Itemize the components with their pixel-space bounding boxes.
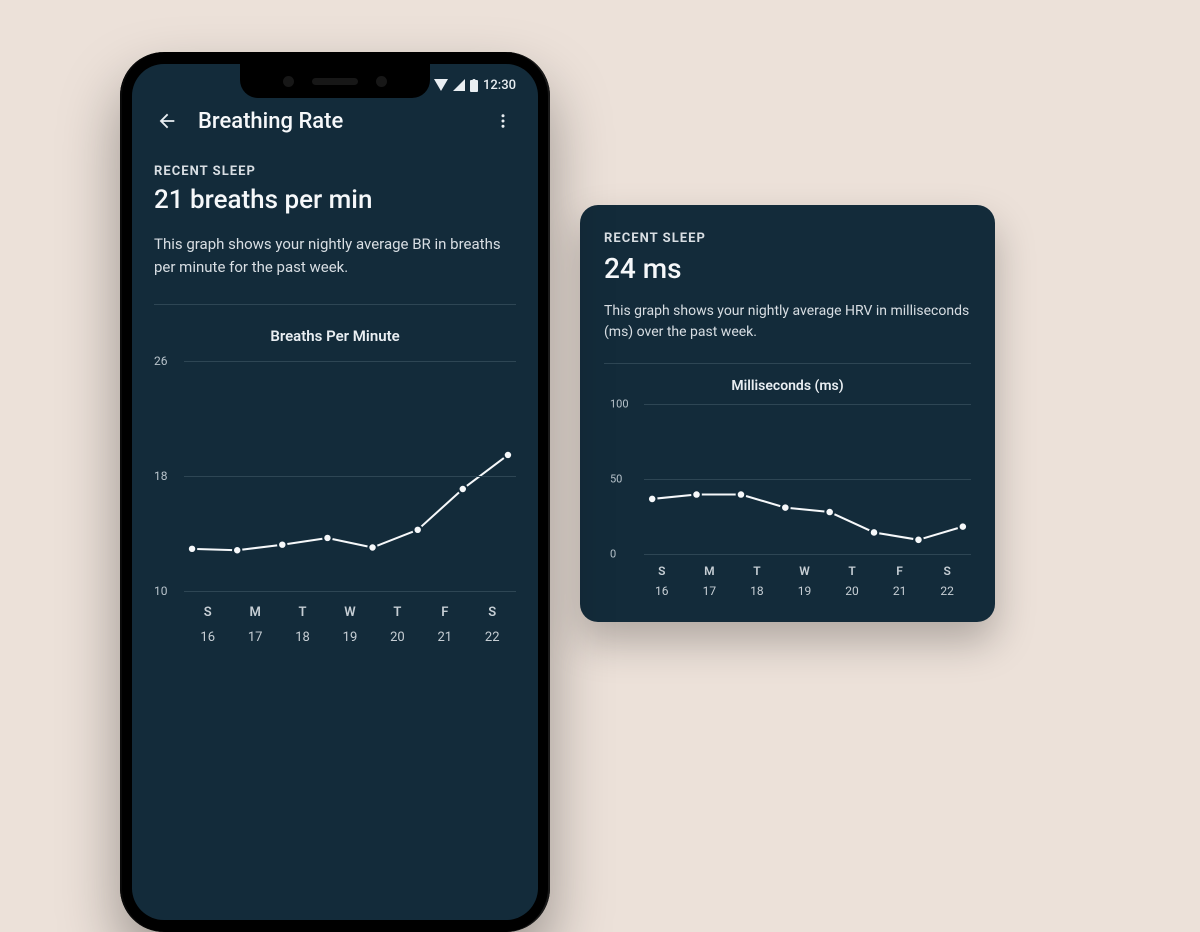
br-chart: 26 18 10 — [154, 361, 516, 591]
hrv-chart-title: Milliseconds (ms) — [604, 378, 971, 394]
signal-icon — [453, 79, 465, 91]
br-x-axis: S16 M17 T18 W19 T20 F21 S22 — [184, 605, 516, 645]
x-tick: T18 — [733, 564, 781, 598]
br-plot-area — [184, 361, 516, 591]
hrv-chart: 100 50 0 — [610, 404, 971, 554]
more-menu-button[interactable] — [490, 108, 516, 134]
x-tick: W19 — [781, 564, 829, 598]
y-tick: 10 — [154, 584, 168, 598]
hrv-section-desc: This graph shows your nightly average HR… — [604, 301, 971, 343]
br-chart-title: Breaths Per Minute — [154, 327, 516, 345]
phone-notch — [240, 64, 430, 98]
y-tick: 100 — [610, 398, 629, 411]
x-tick: T18 — [279, 605, 326, 645]
x-tick: T20 — [828, 564, 876, 598]
back-button[interactable] — [154, 108, 180, 134]
x-tick: S22 — [923, 564, 971, 598]
divider — [154, 304, 516, 305]
wifi-icon — [434, 79, 448, 91]
app-header: Breathing Rate — [154, 108, 516, 134]
x-tick: F21 — [876, 564, 924, 598]
y-tick: 18 — [154, 469, 168, 483]
y-tick: 0 — [610, 548, 616, 561]
arrow-left-icon — [156, 110, 178, 132]
battery-icon — [470, 79, 478, 92]
hrv-section-label: RECENT SLEEP — [604, 231, 971, 246]
hrv-card: RECENT SLEEP 24 ms This graph shows your… — [580, 205, 995, 622]
x-tick: W19 — [326, 605, 373, 645]
x-tick: M17 — [231, 605, 278, 645]
x-tick: M17 — [686, 564, 734, 598]
y-tick: 26 — [154, 354, 168, 368]
hrv-line-chart — [644, 404, 971, 557]
x-tick: S16 — [638, 564, 686, 598]
x-tick: T20 — [374, 605, 421, 645]
hrv-plot-area — [644, 404, 971, 554]
x-tick: F21 — [421, 605, 468, 645]
hrv-section-value: 24 ms — [604, 252, 971, 285]
phone-device-frame: 12:30 Breathing Rate RECENT SLEEP 21 bre… — [120, 52, 550, 932]
y-tick: 50 — [610, 473, 622, 486]
status-time: 12:30 — [483, 78, 516, 93]
hrv-x-axis: S16 M17 T18 W19 T20 F21 S22 — [638, 564, 971, 598]
br-section-desc: This graph shows your nightly average BR… — [154, 233, 516, 278]
x-tick: S22 — [469, 605, 516, 645]
page-title: Breathing Rate — [198, 109, 472, 134]
divider — [604, 363, 971, 364]
br-section-label: RECENT SLEEP — [154, 164, 516, 179]
phone-screen: 12:30 Breathing Rate RECENT SLEEP 21 bre… — [132, 64, 538, 920]
x-tick: S16 — [184, 605, 231, 645]
br-section-value: 21 breaths per min — [154, 185, 516, 215]
more-vertical-icon — [494, 112, 512, 130]
